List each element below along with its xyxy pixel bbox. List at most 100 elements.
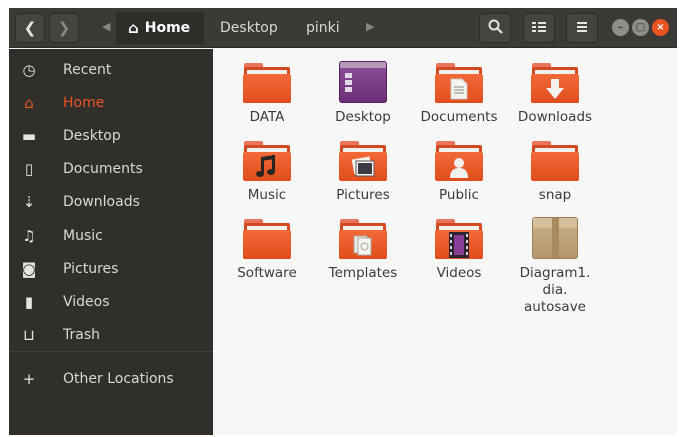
folder-item-snap[interactable]: snap [507, 141, 603, 204]
folder-item-data[interactable]: DATA [219, 63, 315, 126]
file-label: Documents [420, 109, 498, 125]
maximize-icon: □ [635, 22, 646, 33]
sidebar-item-recent[interactable]: ◷ Recent [9, 55, 213, 85]
hamburger-menu-icon [576, 19, 588, 37]
search-button[interactable] [479, 13, 511, 43]
documents-folder-icon [435, 63, 483, 103]
home-icon: ⌂ [128, 19, 139, 37]
path-label: Home [144, 20, 191, 36]
file-manager-window: ❮ ❯ ◀ ⌂ Home Desktop pinki ▶ – □ × ◷ Rec… [9, 8, 677, 435]
public-folder-icon [435, 141, 483, 181]
places-sidebar: ◷ Recent ⌂ Home ▬ Desktop ▯ Documents ⇣ … [9, 49, 213, 435]
sidebar-item-label: Videos [63, 294, 110, 310]
menu-button[interactable] [566, 13, 598, 43]
download-icon: ⇣ [22, 193, 36, 211]
chevron-left-icon: ❮ [23, 19, 37, 37]
back-button[interactable]: ❮ [15, 13, 45, 43]
sidebar-item-label: Trash [63, 327, 100, 343]
pictures-folder-icon [339, 141, 387, 181]
path-scroll-right-icon[interactable]: ▶ [366, 20, 374, 33]
camera-icon: ◙ [21, 260, 37, 278]
sidebar-item-music[interactable]: ♫ Music [9, 221, 213, 251]
file-label: Pictures [336, 187, 390, 203]
search-icon [488, 19, 503, 38]
file-icon-grid: DATA Desktop Documents Downloads Music P… [213, 49, 677, 435]
chevron-right-icon: ❯ [57, 19, 71, 37]
sidebar-item-label: Downloads [63, 194, 140, 210]
pictures-emblem-icon [339, 152, 387, 181]
file-label: Music [247, 187, 287, 203]
folder-item-downloads[interactable]: Downloads [507, 63, 603, 126]
sidebar-item-videos[interactable]: ▮ Videos [9, 287, 213, 317]
trash-icon: ⊔ [23, 326, 35, 344]
file-label: snap [538, 187, 572, 203]
folder-item-desktop[interactable]: Desktop [315, 61, 411, 126]
folder-item-templates[interactable]: Templates [315, 219, 411, 282]
document-emblem-icon [435, 74, 483, 103]
folder-item-software[interactable]: Software [219, 219, 315, 282]
file-label: DATA [249, 109, 285, 125]
download-emblem-icon [531, 74, 579, 103]
sidebar-item-documents[interactable]: ▯ Documents [9, 154, 213, 184]
sidebar-item-downloads[interactable]: ⇣ Downloads [9, 187, 213, 217]
folder-item-music[interactable]: Music [219, 141, 315, 204]
file-label: Templates [328, 265, 398, 281]
path-button-home[interactable]: ⌂ Home [116, 12, 204, 44]
music-icon: ♫ [22, 227, 36, 245]
sidebar-item-label: Recent [63, 62, 112, 78]
sidebar-item-pictures[interactable]: ◙ Pictures [9, 254, 213, 284]
path-button-pinki[interactable]: pinki [294, 12, 352, 44]
music-emblem-icon [243, 152, 291, 181]
path-label: Desktop [220, 20, 278, 36]
home-icon: ⌂ [24, 94, 34, 112]
close-button[interactable]: × [652, 19, 669, 36]
desktop-folder-icon: ▬ [21, 127, 37, 145]
path-label: pinki [306, 20, 340, 36]
path-button-desktop[interactable]: Desktop [208, 12, 290, 44]
file-label: Videos [436, 265, 482, 281]
person-emblem-icon [435, 152, 483, 181]
folder-item-pictures[interactable]: Pictures [315, 141, 411, 204]
sidebar-item-label: Pictures [63, 261, 119, 277]
videos-folder-icon [435, 219, 483, 259]
forward-button[interactable]: ❯ [49, 13, 79, 43]
file-label: Downloads [517, 109, 593, 125]
sidebar-item-label: Documents [63, 161, 143, 177]
path-scroll-left-icon[interactable]: ◀ [102, 20, 110, 33]
sidebar-item-trash[interactable]: ⊔ Trash [9, 320, 213, 350]
folder-item-documents[interactable]: Documents [411, 63, 507, 126]
desktop-folder-icon [339, 61, 387, 103]
plus-icon: + [22, 370, 36, 388]
templates-folder-icon [339, 219, 387, 259]
folder-item-public[interactable]: Public [411, 141, 507, 204]
close-icon: × [656, 22, 665, 33]
sidebar-item-other-locations[interactable]: + Other Locations [9, 364, 213, 394]
file-label: Software [237, 265, 297, 281]
file-label: Public [439, 187, 479, 203]
document-icon: ▯ [24, 160, 34, 178]
file-item-diagram-autosave[interactable]: Diagram1. dia. autosave [507, 217, 603, 316]
sidebar-item-label: Desktop [63, 128, 121, 144]
minimize-button[interactable]: – [612, 19, 629, 36]
music-folder-icon [243, 141, 291, 181]
maximize-button[interactable]: □ [632, 19, 649, 36]
sidebar-item-label: Music [63, 228, 103, 244]
file-label: Diagram1. dia. autosave [519, 265, 591, 315]
sidebar-separator [9, 351, 213, 352]
folder-icon [531, 141, 579, 181]
clock-icon: ◷ [22, 61, 36, 79]
downloads-folder-icon [531, 63, 579, 103]
folder-icon [243, 219, 291, 259]
window-controls: – □ × [612, 19, 669, 36]
package-file-icon [532, 217, 578, 259]
file-label: Desktop [335, 109, 391, 125]
view-toggle-button[interactable] [523, 13, 555, 43]
minimize-icon: – [618, 22, 623, 33]
header-bar: ❮ ❯ ◀ ⌂ Home Desktop pinki ▶ – □ × [9, 8, 677, 48]
sidebar-item-desktop[interactable]: ▬ Desktop [9, 121, 213, 151]
templates-emblem-icon [339, 230, 387, 259]
sidebar-item-home[interactable]: ⌂ Home [9, 88, 213, 118]
list-view-icon [532, 19, 546, 37]
sidebar-item-label: Home [63, 95, 105, 111]
folder-item-videos[interactable]: Videos [411, 219, 507, 282]
